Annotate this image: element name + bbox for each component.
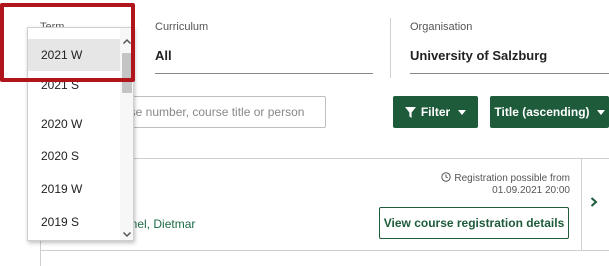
- filter-button-label: Filter: [420, 105, 451, 119]
- search-input[interactable]: urse number, course title or person: [108, 96, 326, 128]
- course-card-bottom-border: [40, 250, 609, 251]
- sort-button[interactable]: Title (ascending): [490, 96, 609, 128]
- organisation-underline: [410, 73, 609, 74]
- registration-line1: Registration possible from: [454, 173, 570, 184]
- term-option[interactable]: 2020 S: [28, 140, 120, 172]
- filter-button[interactable]: Filter: [393, 96, 478, 128]
- term-option[interactable]: 2019 S: [28, 206, 120, 238]
- caret-down-icon: [596, 109, 605, 115]
- curriculum-label: Curriculum: [155, 21, 209, 33]
- course-card-separator: [581, 158, 582, 251]
- registration-info: Registration possible from 01.09.2021 20…: [400, 172, 570, 197]
- sort-button-label: Title (ascending): [494, 105, 590, 119]
- funnel-icon: [404, 106, 416, 118]
- term-option[interactable]: 2020 W: [28, 108, 120, 140]
- organisation-label: Organisation: [410, 21, 473, 33]
- curriculum-select[interactable]: All: [155, 48, 172, 63]
- highlight-annotation-frame: [0, 3, 135, 82]
- caret-down-icon: [458, 109, 467, 115]
- organisation-select[interactable]: University of Salzburg: [410, 48, 547, 63]
- chevron-right-icon[interactable]: [590, 197, 598, 207]
- lecturer-link[interactable]: hnel, Dietmar: [124, 217, 195, 231]
- clock-icon: [441, 172, 452, 182]
- curriculum-underline: [155, 73, 373, 74]
- view-registration-details-button[interactable]: View course registration details: [379, 207, 569, 239]
- term-option[interactable]: 2019 W: [28, 173, 120, 205]
- registration-date: 01.09.2021 20:00: [492, 185, 570, 196]
- scroll-down-arrow-icon[interactable]: [122, 231, 132, 238]
- filter-separator: [390, 18, 391, 78]
